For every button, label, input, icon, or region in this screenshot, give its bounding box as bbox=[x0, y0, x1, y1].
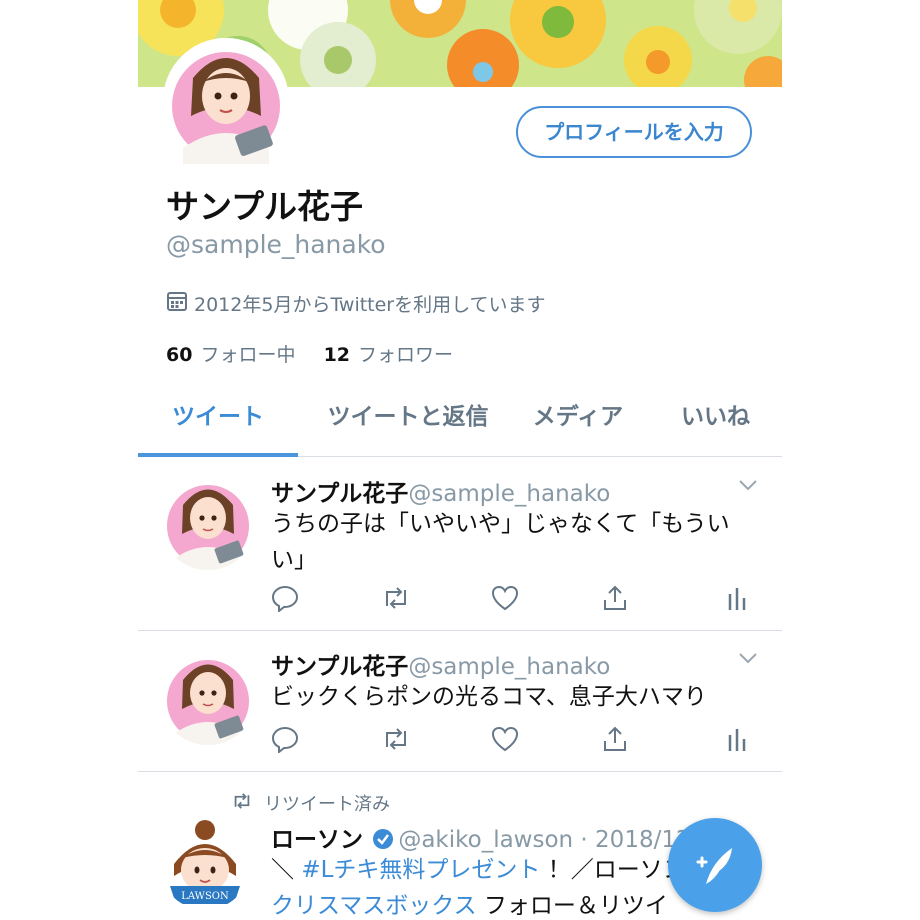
following-link[interactable]: 60 フォロー中 bbox=[166, 344, 302, 366]
tweet[interactable]: サンプル花子@sample_hanako うちの子は「いやいや」じゃなくて「もう… bbox=[138, 458, 782, 631]
heart-icon[interactable] bbox=[491, 584, 521, 614]
tweet-header: サンプル花子@sample_hanako bbox=[271, 474, 610, 508]
follow-stats: 60 フォロー中 12 フォロワー bbox=[166, 340, 453, 367]
profile-tabs: ツイート ツイートと返信 メディア いいね bbox=[138, 392, 782, 457]
tweet-actions bbox=[271, 584, 761, 614]
share-icon[interactable] bbox=[601, 584, 631, 614]
tweet-author-name[interactable]: サンプル花子 bbox=[271, 654, 408, 680]
profile-display-name: サンプル花子 bbox=[166, 187, 364, 226]
edit-profile-button[interactable]: プロフィールを入力 bbox=[516, 106, 752, 158]
followers-link[interactable]: 12 フォロワー bbox=[324, 344, 453, 366]
following-label: フォロー中 bbox=[200, 344, 296, 366]
tweet-avatar[interactable] bbox=[160, 474, 256, 570]
profile-handle: @sample_hanako bbox=[166, 230, 386, 259]
tweet-author-handle[interactable]: @sample_hanako bbox=[408, 481, 610, 507]
tweet-text-suffix: フォロー＆リツイ bbox=[476, 893, 668, 919]
joined-text: 2012年5月からTwitterを利用しています bbox=[194, 294, 546, 316]
profile-avatar[interactable] bbox=[163, 38, 289, 164]
tweet-avatar[interactable]: LAWSON bbox=[160, 820, 250, 910]
followers-count: 12 bbox=[323, 344, 351, 366]
reply-icon[interactable] bbox=[271, 725, 301, 755]
tweet-text-prefix: ＼ bbox=[271, 857, 302, 883]
tweet-author-name[interactable]: サンプル花子 bbox=[271, 481, 408, 507]
tweet-avatar[interactable] bbox=[160, 649, 256, 745]
tweet-text-mid: ！／ローソン bbox=[540, 857, 686, 883]
tab-tweets-and-replies[interactable]: ツイートと返信 bbox=[308, 392, 508, 456]
active-tab-indicator bbox=[138, 453, 298, 457]
tab-media[interactable]: メディア bbox=[518, 392, 638, 456]
followers-label: フォロワー bbox=[358, 344, 454, 366]
following-count: 60 bbox=[166, 344, 193, 366]
tweet-text: うちの子は「いやいや」じゃなくて「もういい」 bbox=[271, 511, 730, 573]
tab-likes[interactable]: いいね bbox=[658, 392, 773, 456]
retweet-icon[interactable] bbox=[381, 584, 411, 614]
compose-tweet-button[interactable] bbox=[668, 818, 762, 912]
retweet-icon[interactable] bbox=[381, 725, 411, 755]
chevron-down-icon[interactable] bbox=[738, 476, 758, 497]
joined-date: 2012年5月からTwitterを利用しています bbox=[166, 290, 546, 317]
tweet-header: ローソン @akiko_lawson · 2018/12 bbox=[271, 820, 691, 856]
tweet-author-name[interactable]: ローソン bbox=[271, 827, 363, 853]
tab-tweets[interactable]: ツイート bbox=[138, 392, 298, 456]
profile-screen: プロフィールを入力 サンプル花子 @sample_hanako 2012年5月か… bbox=[138, 0, 782, 920]
calendar-icon bbox=[166, 290, 188, 317]
tweet-author-handle[interactable]: @sample_hanako bbox=[408, 654, 610, 680]
tweet-actions bbox=[271, 725, 761, 755]
tweet-author-handle[interactable]: @akiko_lawson · 2018/12 bbox=[398, 827, 690, 853]
analytics-icon[interactable] bbox=[726, 584, 756, 614]
tweet-link[interactable]: クリスマスボックス bbox=[271, 893, 477, 919]
lawson-logo-text: LAWSON bbox=[181, 891, 229, 902]
analytics-icon[interactable] bbox=[726, 725, 756, 755]
heart-icon[interactable] bbox=[491, 725, 521, 755]
share-icon[interactable] bbox=[601, 725, 631, 755]
compose-tweet-icon bbox=[668, 848, 762, 916]
chevron-down-icon[interactable] bbox=[738, 649, 758, 670]
reply-icon[interactable] bbox=[271, 584, 301, 614]
tweet-header: サンプル花子@sample_hanako bbox=[271, 647, 610, 681]
tweet-text: ビックくらポンの光るコマ、息子大ハマり bbox=[271, 684, 707, 710]
hashtag-link[interactable]: #Lチキ無料プレゼント bbox=[301, 857, 540, 883]
tweet[interactable]: サンプル花子@sample_hanako ビックくらポンの光るコマ、息子大ハマり bbox=[138, 631, 782, 772]
